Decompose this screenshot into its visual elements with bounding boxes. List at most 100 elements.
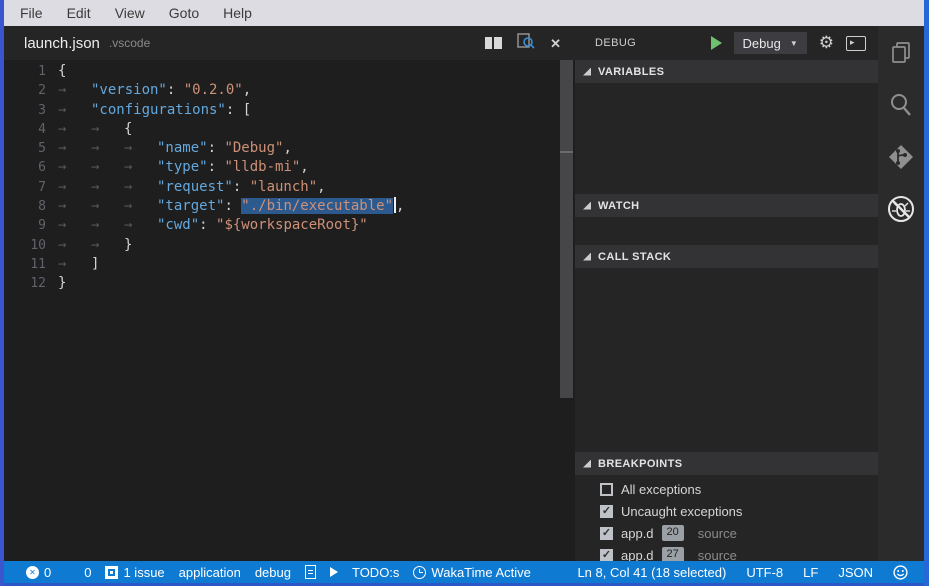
debug-config-dropdown[interactable]: Debug ▼: [734, 32, 807, 54]
section-header-call-stack[interactable]: CALL STACK: [575, 245, 878, 268]
code-token: :: [233, 179, 250, 195]
code-editor[interactable]: 1{2→"version": "0.2.0",3→"configurations…: [4, 60, 575, 561]
menu-item-edit[interactable]: Edit: [67, 5, 91, 21]
warning-count[interactable]: ! 0: [65, 565, 91, 580]
code-token: }: [58, 275, 66, 291]
notes-status[interactable]: [305, 565, 316, 579]
code-line[interactable]: 3→"configurations": [: [4, 101, 575, 120]
checkbox-unchecked[interactable]: [600, 483, 613, 496]
breakpoint-row[interactable]: ✓Uncaught exceptions: [575, 500, 878, 522]
section-header-breakpoints[interactable]: BREAKPOINTS: [575, 452, 878, 475]
vscode-window: FileEditViewGotoHelp launch.json .vscode: [0, 0, 929, 586]
warning-count-value: 0: [84, 565, 91, 580]
code-token: →: [58, 120, 91, 139]
code-token: "${workspaceRoot}": [216, 217, 368, 233]
line-number: 3: [4, 101, 46, 120]
cursor-position-label: Ln 8, Col 41 (18 selected): [577, 565, 726, 580]
issues-status[interactable]: 1 issue: [105, 565, 164, 580]
language-selector[interactable]: JSON: [838, 565, 873, 580]
debug-status[interactable]: debug: [255, 565, 291, 580]
section-header-variables[interactable]: VARIABLES: [575, 60, 878, 83]
preview-icon[interactable]: [517, 33, 535, 54]
todos-status[interactable]: TODO:s: [352, 565, 399, 580]
line-number: 2: [4, 81, 46, 100]
menu-item-file[interactable]: File: [20, 5, 43, 21]
debug-panel: DEBUG Debug ▼ ⚙ ▸ VARIABLES WATCH: [575, 26, 878, 561]
gear-icon[interactable]: ⚙: [819, 35, 834, 52]
menu-item-help[interactable]: Help: [223, 5, 252, 21]
breakpoint-row[interactable]: ✓app.d20source: [575, 522, 878, 544]
code-token: →: [58, 158, 91, 177]
code-token: "lldb-mi": [224, 159, 300, 175]
note-icon: [305, 565, 316, 579]
code-line[interactable]: 5→→→"name": "Debug",: [4, 139, 575, 158]
code-line[interactable]: 12}: [4, 274, 575, 293]
start-debug-icon[interactable]: [711, 36, 722, 50]
checkbox-checked[interactable]: ✓: [600, 505, 613, 518]
code-token: ,: [396, 198, 404, 214]
git-icon[interactable]: [886, 142, 916, 172]
line-number: 5: [4, 139, 46, 158]
editor-group: launch.json .vscode ✕ 1{2→"ve: [4, 26, 575, 561]
code-line[interactable]: 11→]: [4, 255, 575, 274]
issues-label: 1 issue: [123, 565, 164, 580]
title-actions: ✕: [485, 33, 561, 54]
cursor-position[interactable]: Ln 8, Col 41 (18 selected): [577, 565, 726, 580]
breakpoint-row[interactable]: All exceptions: [575, 478, 878, 500]
wakatime-status[interactable]: WakaTime Active: [413, 565, 530, 580]
code-line[interactable]: 8→→→"target": "./bin/executable",: [4, 197, 575, 216]
application-status[interactable]: application: [179, 565, 241, 580]
code-token: "0.2.0": [184, 82, 243, 98]
code-line[interactable]: 7→→→"request": "launch",: [4, 178, 575, 197]
file-title: launch.json: [24, 35, 100, 52]
menu-item-goto[interactable]: Goto: [169, 5, 199, 21]
code-line[interactable]: 1{: [4, 62, 575, 81]
code-token: →: [58, 178, 91, 197]
main-area: launch.json .vscode ✕ 1{2→"ve: [4, 26, 924, 561]
line-number: 10: [4, 236, 46, 255]
code-line[interactable]: 2→"version": "0.2.0",: [4, 81, 575, 100]
code-token: ,: [300, 159, 308, 175]
language-label: JSON: [838, 565, 873, 580]
checkbox-checked[interactable]: ✓: [600, 549, 613, 562]
checkbox-checked[interactable]: ✓: [600, 527, 613, 540]
smiley-icon: [893, 565, 908, 580]
search-icon[interactable]: [886, 90, 916, 120]
code-token: →: [124, 158, 157, 177]
code-token: →: [91, 120, 124, 139]
code-lines: 1{2→"version": "0.2.0",3→"configurations…: [4, 62, 575, 294]
twisty-icon: [583, 68, 591, 76]
debug-disabled-icon[interactable]: [886, 194, 916, 224]
breakpoint-row[interactable]: ✓app.d27source: [575, 544, 878, 561]
eol-selector[interactable]: LF: [803, 565, 818, 580]
run-status[interactable]: [330, 567, 338, 577]
line-number-badge: 20: [662, 525, 684, 540]
section-header-watch[interactable]: WATCH: [575, 194, 878, 217]
breakpoint-label: All exceptions: [621, 482, 701, 497]
menu-item-view[interactable]: View: [115, 5, 145, 21]
editor-scrollbar[interactable]: [560, 60, 573, 398]
code-token: →: [91, 197, 124, 216]
code-token: "cwd": [157, 217, 199, 233]
split-editor-icon[interactable]: [485, 37, 502, 49]
code-token: :: [208, 159, 225, 175]
editor-title-bar: launch.json .vscode ✕: [4, 26, 575, 60]
close-editor-icon[interactable]: ✕: [550, 37, 561, 50]
encoding-selector[interactable]: UTF-8: [746, 565, 783, 580]
line-number: 6: [4, 158, 46, 177]
line-number: 8: [4, 197, 46, 216]
explorer-icon[interactable]: [886, 38, 916, 68]
code-line[interactable]: 10→→}: [4, 236, 575, 255]
code-token: →: [58, 81, 91, 100]
chevron-down-icon: ▼: [790, 39, 798, 48]
code-line[interactable]: 4→→{: [4, 120, 575, 139]
code-line[interactable]: 6→→→"type": "lldb-mi",: [4, 158, 575, 177]
code-line[interactable]: 9→→→"cwd": "${workspaceRoot}": [4, 216, 575, 235]
code-token: →: [58, 255, 91, 274]
feedback-smiley[interactable]: [893, 565, 908, 580]
error-count[interactable]: ✕ 0: [26, 565, 51, 580]
code-token: →: [91, 216, 124, 235]
code-token: →: [58, 139, 91, 158]
application-label: application: [179, 565, 241, 580]
debug-console-icon[interactable]: ▸: [846, 36, 866, 51]
